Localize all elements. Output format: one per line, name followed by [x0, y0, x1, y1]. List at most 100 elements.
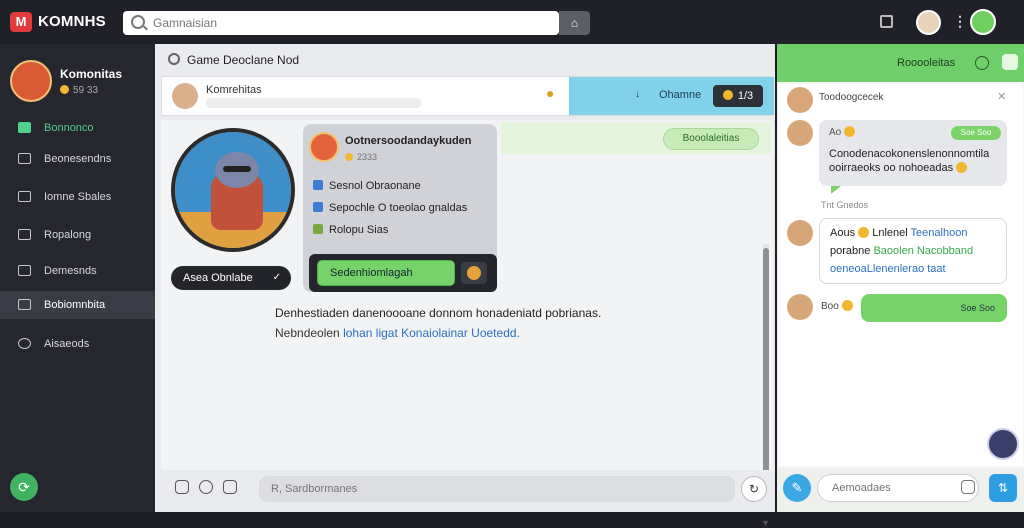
chat-user-name: Toodoogcecek: [819, 92, 884, 103]
more-options-icon[interactable]: ⋮: [953, 13, 967, 30]
channel-avatar[interactable]: [172, 83, 198, 109]
sidebar: Komonitas 59 33 Bonnonco Beonesendns Iom…: [0, 44, 155, 512]
smile-icon: [858, 227, 870, 238]
character-portrait[interactable]: [171, 128, 295, 252]
character-name-dropdown[interactable]: Asea Obnlabe ✓: [171, 266, 291, 290]
card-row: Rolopu Sias: [313, 224, 388, 236]
message-text-part: ooirraeoks oo nohoeadas: [829, 162, 954, 174]
message-avatar[interactable]: [787, 120, 813, 146]
person-icon: [18, 338, 31, 349]
coin-icon: [722, 90, 733, 100]
image-icon[interactable]: [223, 480, 237, 494]
card-row-text: Rolopu Sias: [329, 224, 389, 236]
status-pill-label: Booolaleitias: [682, 133, 740, 144]
channel-subtitle-placeholder: [206, 98, 421, 108]
message-bubble-sent[interactable]: Soe Soo: [861, 294, 1007, 322]
chat-input[interactable]: [817, 474, 979, 502]
back-icon[interactable]: [168, 53, 180, 65]
message-avatar[interactable]: [787, 220, 813, 246]
card-avatar[interactable]: [309, 132, 339, 162]
settings-icon[interactable]: [975, 56, 989, 70]
attach-icon[interactable]: [175, 480, 189, 494]
floating-avatar[interactable]: [987, 428, 1019, 460]
card-row: Sesnol Obraonane: [313, 180, 421, 192]
card-action-label: Sedenhiomlagah: [330, 267, 413, 279]
coin-badge[interactable]: 1/3: [713, 85, 763, 107]
attach-button[interactable]: ✎: [783, 474, 811, 502]
chevron-down-icon: ✓: [272, 272, 281, 283]
chat-send-button[interactable]: ⇅: [989, 474, 1017, 502]
card-subtitle: 2333: [345, 152, 377, 162]
sender-name: Boo: [821, 301, 839, 312]
window-icon[interactable]: [880, 15, 893, 28]
close-icon[interactable]: ✕: [997, 90, 1006, 103]
chat-user-avatar[interactable]: [787, 87, 813, 113]
card-action-button[interactable]: Sedenhiomlagah: [317, 260, 455, 286]
message-timestamp: Tnt Gnedos: [821, 200, 869, 210]
description-line: Denhestiaden danenoooane donnom honadeni…: [275, 306, 602, 320]
brand-name[interactable]: KOMNHS: [38, 13, 106, 30]
profile-coins: 59 33: [60, 85, 98, 96]
search-button[interactable]: ⌂: [559, 11, 590, 35]
sidebar-item-account[interactable]: Aisaeods: [0, 330, 155, 358]
character-name: Asea Obnlabe: [183, 272, 253, 284]
friend-avatar[interactable]: [970, 9, 996, 35]
sidebar-item-label: Ropalong: [44, 229, 92, 241]
message-composer: ↻: [161, 470, 773, 508]
flag-icon: [313, 202, 323, 212]
message-link[interactable]: Teenalhoon: [911, 227, 968, 239]
sidebar-item-label: Bonnonco: [44, 122, 94, 134]
refresh-button[interactable]: ⟳: [10, 473, 38, 501]
channel-title: Komrehitas: [206, 84, 262, 96]
message-text-part: porabne: [830, 245, 871, 257]
emoji-icon[interactable]: [199, 480, 213, 494]
scrollbar[interactable]: [763, 244, 769, 508]
chat-header: Rooooleitas: [777, 44, 1024, 82]
sidebar-item-label: Iomne Sbales: [44, 191, 112, 203]
chat-title: Rooooleitas: [897, 57, 956, 69]
profile-name[interactable]: Komonitas: [60, 67, 122, 81]
description-text: Nebndeolen: [275, 326, 340, 340]
status-pill[interactable]: Booolaleitias: [663, 128, 759, 150]
pin-icon[interactable]: ●: [546, 85, 559, 103]
message-sender: Boo: [821, 300, 853, 312]
channel-action-label: Ohamne: [659, 89, 702, 101]
sidebar-item-community[interactable]: Bobiomnbita: [0, 291, 155, 319]
cookie-button[interactable]: [461, 262, 487, 284]
search-bar[interactable]: [123, 11, 559, 35]
minimize-icon[interactable]: [1002, 54, 1018, 70]
message-link[interactable]: oeneoaLlenenlerao taat: [830, 263, 946, 275]
send-button[interactable]: ↻: [741, 476, 767, 502]
scroll-down-icon[interactable]: ▼: [761, 518, 770, 528]
profile-avatar[interactable]: [10, 60, 52, 102]
search-input[interactable]: [153, 14, 543, 32]
message-highlight[interactable]: Baoolen Nacobband: [873, 245, 973, 257]
sidebar-item-games[interactable]: Iomne Sbales: [0, 183, 155, 211]
sidebar-item-label: Demesnds: [44, 265, 97, 277]
emoji-icon[interactable]: [961, 480, 975, 494]
arrow-down-icon: ↓: [635, 89, 640, 100]
user-avatar[interactable]: [916, 10, 941, 35]
channel-strip: Komrehitas ● ↓ Ohamne 1/3: [161, 76, 774, 116]
app-logo-icon[interactable]: M: [10, 12, 32, 32]
bubble-tail: [831, 186, 841, 194]
report-icon: [18, 229, 31, 240]
scrollbar-thumb[interactable]: [763, 248, 769, 508]
sidebar-item-label: Bobiomnbita: [44, 299, 106, 311]
sidebar-item-label: Aisaeods: [44, 338, 90, 350]
message-avatar[interactable]: [787, 294, 813, 320]
card-subtitle-value: 2333: [357, 152, 378, 162]
sidebar-item-friends[interactable]: Beonesendns: [0, 145, 155, 173]
message-tag[interactable]: Soe Soo: [951, 126, 1001, 140]
description-link[interactable]: lohan ligat Konaiolainar Uoetedd.: [343, 326, 520, 340]
edit-icon: [313, 180, 323, 190]
sidebar-item-reports[interactable]: Ropalong: [0, 221, 155, 249]
sender-name: Ao: [829, 127, 842, 138]
info-card: Ootnersoodandaykuden 2333 Sesnol Obraona…: [303, 124, 497, 292]
coin-icon: [345, 153, 353, 161]
message-input[interactable]: [259, 476, 735, 502]
channel-action-area[interactable]: ↓ Ohamne 1/3: [569, 77, 774, 115]
sidebar-item-documents[interactable]: Demesnds: [0, 257, 155, 285]
sidebar-item-home[interactable]: Bonnonco: [0, 114, 155, 142]
description-line: Nebndeolen lohan ligat Konaiolainar Uoet…: [275, 326, 520, 340]
